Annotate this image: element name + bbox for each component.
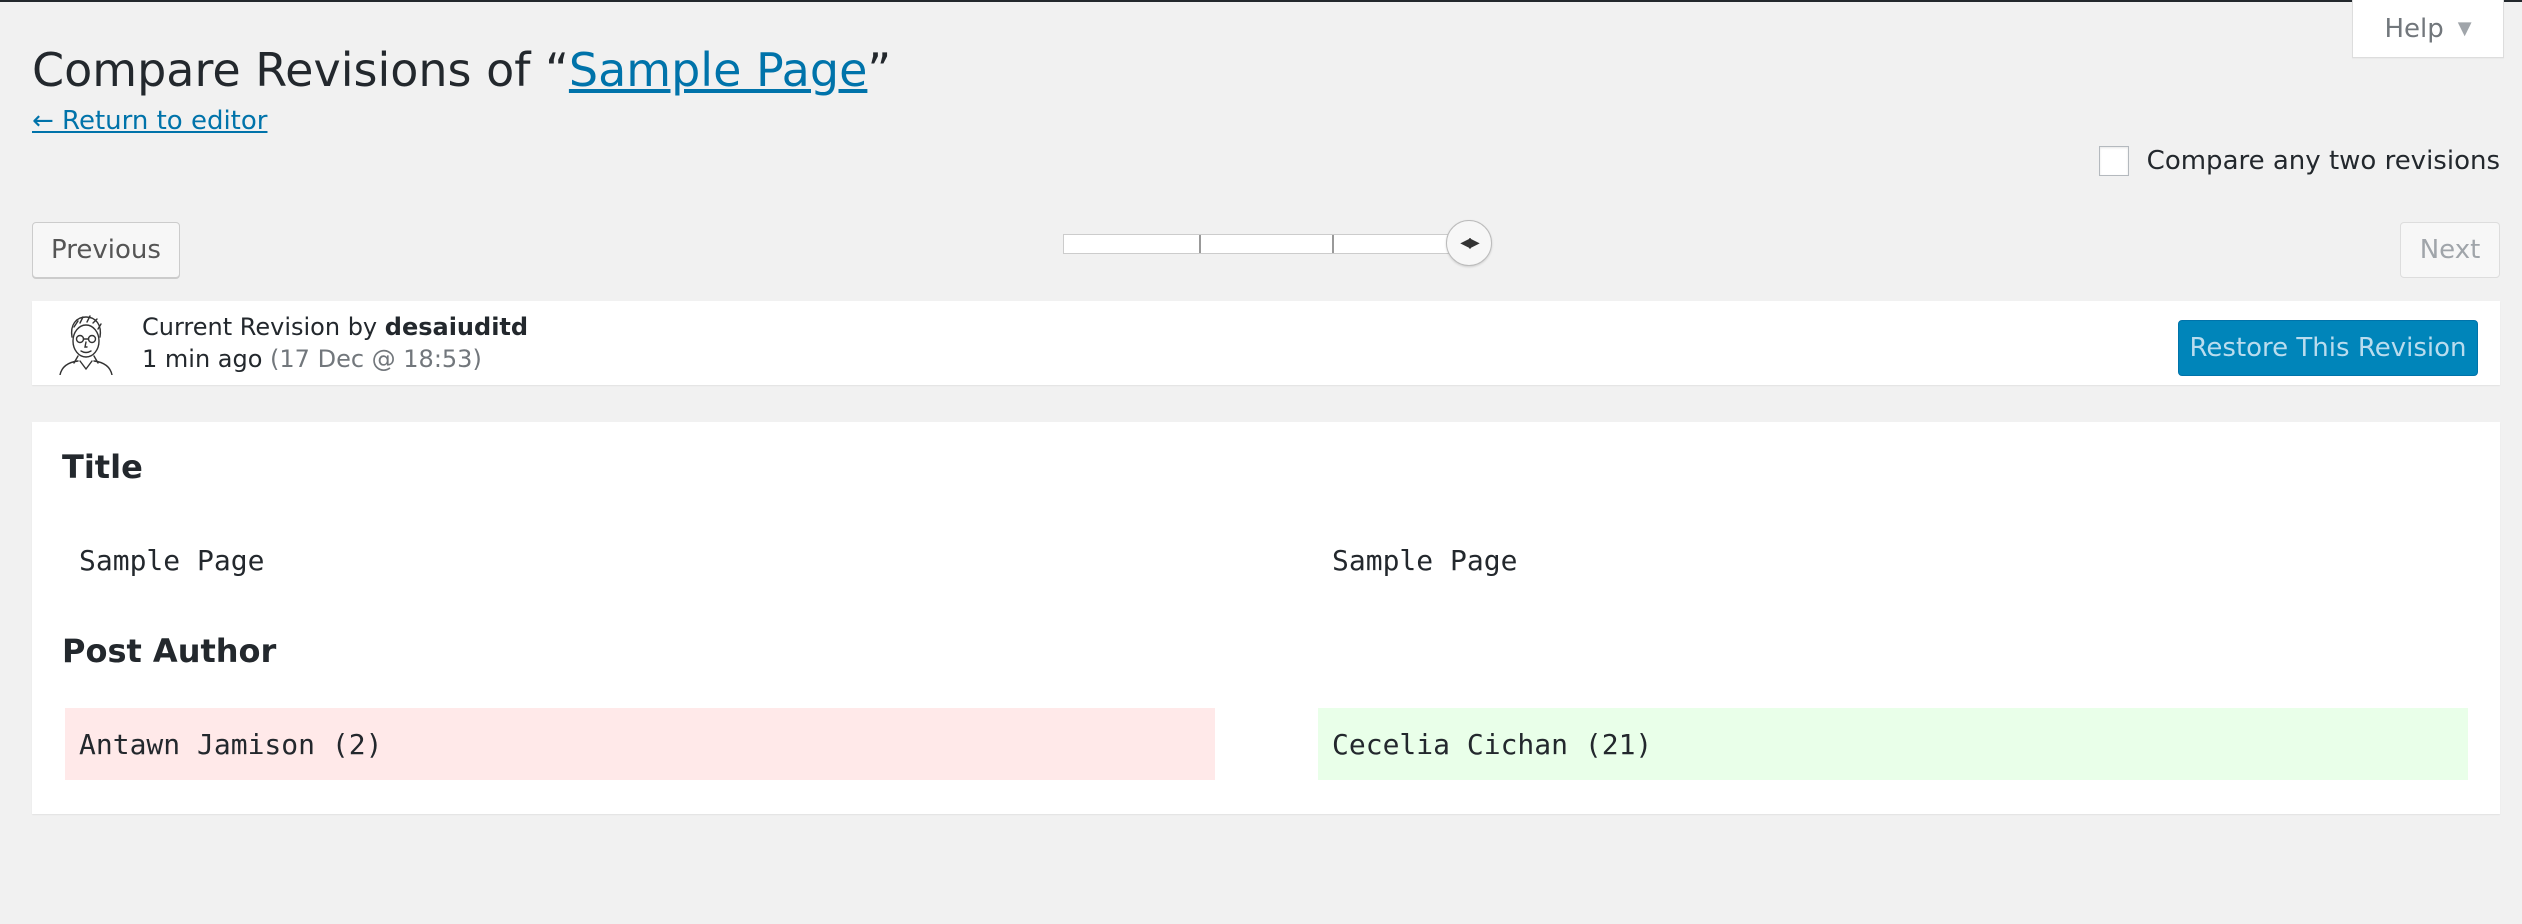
diff-left-post-author: Antawn Jamison (2) <box>65 708 1215 780</box>
page-title-prefix: Compare Revisions of “ <box>32 43 569 97</box>
diff-heading-title: Title <box>62 448 143 486</box>
revision-date-line: 1 min ago (17 Dec @ 18:53) <box>142 343 528 375</box>
compare-two-label: Compare any two revisions <box>2146 146 2500 176</box>
restore-revision-button[interactable]: Restore This Revision <box>2178 320 2478 376</box>
diff-right-title: Sample Page <box>1332 543 1518 577</box>
triangle-down-icon: ▼ <box>2457 17 2472 39</box>
diff-panel: Title Sample Page Sample Page Post Autho… <box>32 422 2500 814</box>
help-label: Help <box>2384 13 2444 44</box>
top-border <box>0 0 2522 2</box>
revision-author-prefix: Current Revision by <box>142 313 385 341</box>
revision-date: (17 Dec @ 18:53) <box>262 345 482 373</box>
diff-heading-post-author: Post Author <box>62 632 277 670</box>
sample-page-link[interactable]: Sample Page <box>569 43 867 97</box>
diff-left-title: Sample Page <box>79 543 265 577</box>
return-to-editor-link[interactable]: ← Return to editor <box>32 106 267 136</box>
slider-tick <box>1332 235 1334 253</box>
previous-button[interactable]: Previous <box>32 222 180 278</box>
diff-right-post-author: Cecelia Cichan (21) <box>1318 708 2468 780</box>
compare-two-checkbox[interactable] <box>2098 146 2129 176</box>
help-tab-button[interactable]: Help ▼ <box>2352 0 2504 58</box>
revision-author: desaiuditd <box>384 313 529 341</box>
revision-meta-text: Current Revision by desaiuditd 1 min ago… <box>142 311 528 375</box>
revision-slider[interactable] <box>1063 234 1463 254</box>
page-title: Compare Revisions of “Sample Page” <box>32 38 891 102</box>
avatar <box>59 315 113 375</box>
slider-handle-icon[interactable]: ◀▶ <box>1446 220 1492 266</box>
next-button[interactable]: Next <box>2400 222 2500 278</box>
revision-meta-bar: Current Revision by desaiuditd 1 min ago… <box>32 301 2500 385</box>
revision-author-line: Current Revision by desaiuditd <box>142 311 528 343</box>
page-title-suffix: ” <box>867 43 892 97</box>
slider-tick <box>1199 235 1201 253</box>
compare-two-revisions-toggle[interactable]: Compare any two revisions <box>2098 146 2500 176</box>
revision-time-ago: 1 min ago <box>142 345 263 373</box>
